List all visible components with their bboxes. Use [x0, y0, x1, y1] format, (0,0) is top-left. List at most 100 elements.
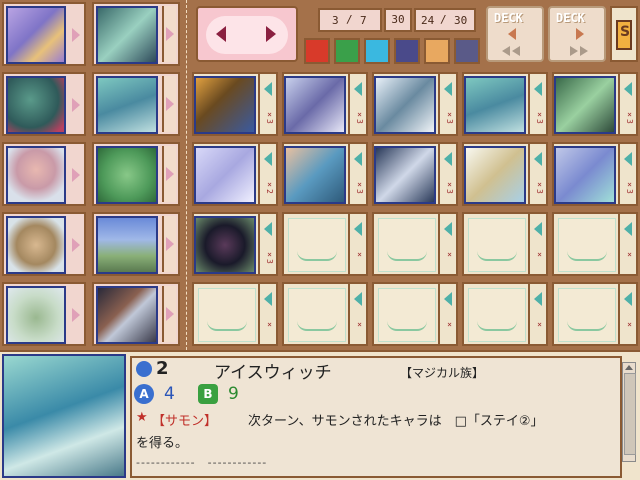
card-art-zombie [6, 76, 66, 134]
board-card-slot[interactable]: ×3 [282, 142, 368, 206]
card-art-landscape [96, 216, 158, 274]
card-slot-tab[interactable]: ×3 [618, 144, 636, 204]
card-art [194, 76, 256, 134]
card-slot-tab[interactable]: × [528, 214, 546, 274]
empty-board-slot[interactable]: × [372, 282, 458, 346]
card-count-label: ×3 [355, 110, 364, 124]
stat-a-value: 4 [164, 384, 175, 404]
card-slot-tab[interactable]: × [348, 214, 366, 274]
card-count-label: ×2 [265, 180, 274, 194]
card-slot-tab[interactable]: × [618, 214, 636, 274]
collection-card-slot[interactable] [92, 282, 180, 346]
card-slot-tab[interactable]: ×3 [348, 144, 366, 204]
card-slot-tab[interactable]: ×2 [258, 144, 276, 204]
divider-line: ------------ ------------ [136, 456, 268, 469]
hand-counter: 3 / 7 [318, 8, 382, 32]
left-arrow-icon [264, 82, 272, 96]
card-slot-tab[interactable]: ×3 [258, 74, 276, 134]
card-slot-tab[interactable]: ×3 [258, 214, 276, 274]
leaf-element-icon[interactable] [334, 38, 360, 64]
card-slot-tab[interactable]: × [438, 214, 456, 274]
turn-indicator[interactable] [196, 6, 298, 62]
card-art [374, 146, 436, 204]
fire-element-icon[interactable] [304, 38, 330, 64]
card-slot-tab[interactable]: × [438, 284, 456, 344]
empty-board-slot[interactable]: × [552, 212, 638, 276]
collection-card-slot[interactable] [2, 72, 86, 136]
moon-element-icon[interactable] [454, 38, 480, 64]
board-card-slot[interactable]: ×3 [192, 72, 278, 136]
water-element-icon[interactable] [364, 38, 390, 64]
empty-board-slot[interactable]: × [282, 282, 368, 346]
card-art [194, 146, 256, 204]
left-arrow-icon [624, 152, 632, 166]
board-card-slot[interactable]: ×2 [192, 142, 278, 206]
board-card-slot[interactable]: ×3 [372, 72, 458, 136]
empty-board-slot[interactable]: × [192, 282, 278, 346]
detail-portrait [2, 354, 126, 478]
card-slot-tab[interactable]: × [618, 284, 636, 344]
card-slot-tab[interactable]: × [258, 284, 276, 344]
collection-card-slot[interactable] [2, 142, 86, 206]
card-slot-tab[interactable]: ×3 [528, 144, 546, 204]
hand-count-current: 3 [332, 14, 339, 27]
empty-board-slot[interactable]: × [462, 282, 548, 346]
card-art-dark-sword [96, 286, 158, 344]
card-slot-tab[interactable]: ×3 [438, 144, 456, 204]
right-arrow-icon [576, 28, 584, 40]
collection-card-slot[interactable] [92, 72, 180, 136]
side-menu-tab[interactable]: S [610, 6, 638, 62]
empty-slot-emblem [558, 218, 616, 272]
left-arrow-icon [354, 292, 362, 306]
card-slot-tab[interactable]: ×3 [438, 74, 456, 134]
card-count-label: ×3 [265, 110, 274, 124]
card-count-label: × [355, 250, 364, 259]
right-arrow-icon [266, 26, 276, 42]
board-card-slot[interactable]: ×3 [462, 142, 548, 206]
card-count-label: ×3 [535, 180, 544, 194]
detail-scrollbar[interactable] [622, 362, 636, 462]
hand-count-max: 7 [360, 14, 367, 27]
deck-button-left[interactable]: DECK [486, 6, 544, 62]
board-card-slot[interactable]: ×3 [372, 142, 458, 206]
card-slot-tab[interactable]: ×3 [618, 74, 636, 134]
collection-card-slot[interactable] [2, 212, 86, 276]
deck-count-max: 30 [454, 14, 468, 27]
collection-card-slot[interactable] [2, 2, 86, 66]
card-slot-tab[interactable]: × [348, 284, 366, 344]
card-slot-tab[interactable]: ×3 [528, 74, 546, 134]
scroll-up-icon[interactable] [625, 365, 633, 370]
earth-element-icon[interactable] [424, 38, 450, 64]
board-card-slot[interactable]: ×3 [552, 142, 638, 206]
collection-card-slot[interactable] [2, 282, 86, 346]
card-art [284, 76, 346, 134]
stat-b-badge: B [198, 384, 218, 404]
left-arrow-icon [508, 28, 516, 40]
card-art [554, 76, 616, 134]
empty-board-slot[interactable]: × [462, 212, 548, 276]
empty-slot-emblem [288, 288, 346, 342]
board-card-slot[interactable]: ×3 [282, 72, 368, 136]
deck-label: DECK [556, 11, 585, 25]
card-art-sorceress [6, 6, 66, 64]
card-slot-tab[interactable]: ×3 [348, 74, 366, 134]
collection-card-slot[interactable] [92, 2, 180, 66]
empty-board-slot[interactable]: × [552, 282, 638, 346]
deck-button-right[interactable]: DECK [548, 6, 606, 62]
dark-element-icon[interactable] [394, 38, 420, 64]
card-slot-tab[interactable]: × [528, 284, 546, 344]
board-card-slot[interactable]: ×3 [552, 72, 638, 136]
left-arrow-icon [444, 152, 452, 166]
card-cost: 2 [156, 358, 169, 379]
left-arrow-icon [444, 222, 452, 236]
card-count-label: × [535, 250, 544, 259]
collection-card-slot[interactable] [92, 212, 180, 276]
board-card-slot[interactable]: ×3 [192, 212, 278, 276]
board-card-slot[interactable]: ×3 [462, 72, 548, 136]
deck-label: DECK [494, 11, 523, 25]
card-count-label: ×3 [445, 180, 454, 194]
collection-card-slot[interactable] [92, 142, 180, 206]
empty-board-slot[interactable]: × [282, 212, 368, 276]
empty-board-slot[interactable]: × [372, 212, 458, 276]
scroll-thumb[interactable] [624, 373, 636, 455]
